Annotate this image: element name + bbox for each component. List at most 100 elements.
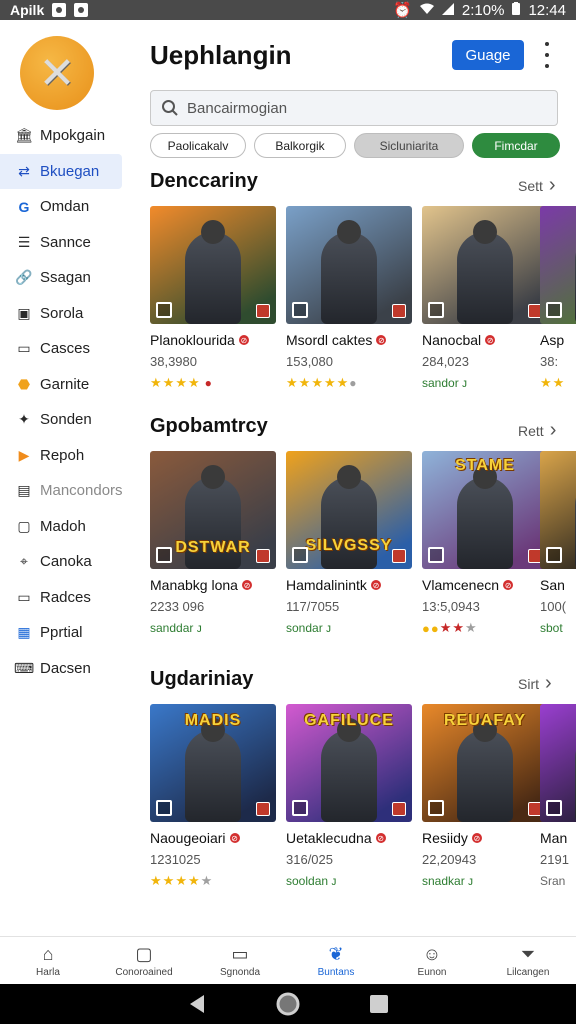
game-art-image[interactable]: SILVGSSY [286, 451, 412, 569]
game-card[interactable]: DSTWAR Manabkg lona ⊘ 2233 096 sanddar ᴊ [150, 451, 276, 636]
sidebar-item-sannce[interactable]: ☰ Sannce [0, 225, 128, 261]
game-card[interactable]: San 100(sbot [540, 451, 576, 636]
game-art-image[interactable] [540, 704, 576, 822]
more-options-icon[interactable] [542, 42, 552, 68]
battery-text: 2:10% [461, 1, 505, 19]
sidebar-item-dacsen[interactable]: ⌨ Dacsen [0, 651, 128, 687]
game-art-image[interactable]: DSTWAR [150, 451, 276, 569]
card-title: Vlamcenecn ⊘ [422, 577, 548, 593]
rating-badge-icon [256, 304, 270, 318]
wolf-icon: ✦ [18, 411, 30, 428]
star-icon: ★ [439, 620, 452, 635]
home-circle-icon[interactable] [276, 992, 300, 1016]
game-art-image[interactable] [422, 206, 548, 324]
card-title-text: San [540, 577, 565, 593]
badge-icon [428, 302, 444, 318]
game-art-image[interactable]: GAFILUCE [286, 704, 412, 822]
back-icon[interactable] [188, 994, 206, 1014]
game-card[interactable]: Msordl caktes ⊘ 153,080 ★ ★ ★ ★ ★ ● [286, 206, 412, 391]
nav-item-lilcangen[interactable]: ⏷ Lilcangen [480, 937, 576, 984]
character-head [201, 465, 225, 489]
game-card[interactable]: Asp 38: ★ ★ [540, 206, 576, 391]
filter-chip[interactable]: Sicluniarita [354, 133, 464, 158]
sidebar-item-mpokgain[interactable]: 🏛 Mpokgain [0, 118, 128, 154]
game-card[interactable]: Nanocbal ⊘ 284,023 sandor ᴊ [422, 206, 548, 391]
system-nav-bar [0, 984, 576, 1024]
keyboard-icon: ⌨ [13, 659, 35, 676]
card-row: MADIS Naougeoiari ⊘ 1231025 ★ ★ ★ ★ ★ GAFILUCE Uet… [150, 704, 576, 914]
game-card[interactable]: SILVGSSY Hamdalinintk ⊘ 117/7055 sondar ᴊ [286, 451, 412, 636]
star-icon: ★ [298, 375, 311, 390]
sidebar-item-omdan[interactable]: G Omdan [0, 189, 128, 225]
card-footer: ● ● ★ ★ ★ [422, 620, 548, 636]
sidebar-item-canoka[interactable]: ⌖ Canoka [0, 544, 128, 580]
verified-icon: ⊘ [229, 833, 240, 843]
section-title: Gpobamtrcy [150, 415, 268, 437]
filter-chip[interactable]: Paolicakalv [150, 133, 246, 158]
card-title: Nanocbal ⊘ [422, 332, 548, 348]
sidebar-item-garnite[interactable]: ⬣ Garnite [0, 367, 128, 403]
x-logo-icon: ✕ [38, 48, 76, 98]
pin-icon: ⌖ [20, 553, 28, 570]
card-title-text: Vlamcenecn [422, 577, 500, 593]
sidebar-item-casces[interactable]: ▭ Casces [0, 331, 128, 367]
game-art-image[interactable]: MADIS [150, 704, 276, 822]
game-art-image[interactable] [540, 451, 576, 569]
recents-icon[interactable] [370, 995, 388, 1013]
filter-chip[interactable]: Balkorgik [254, 133, 346, 158]
bird-icon: ❦ [328, 943, 344, 964]
nav-item-buntans[interactable]: ❦ Buntans [288, 937, 384, 984]
game-art-image[interactable]: REUAFAY [422, 704, 548, 822]
see-all-link[interactable]: Rett › [518, 419, 556, 442]
card-title-text: Man [540, 830, 568, 846]
sidebar-item-sorola[interactable]: ▣ Sorola [0, 296, 128, 332]
sidebar-list: 🏛 Mpokgain ⇄ Bkuegan G Omdan ☰ Sannce 🔗 Ssagan ▣ So… [0, 118, 128, 686]
sidebar-item-radces[interactable]: ▭ Radces [0, 580, 128, 616]
search-bar[interactable]: Bancairmogian [150, 90, 558, 126]
verified-icon: ⊘ [485, 335, 496, 345]
sidebar-item-mancondors[interactable]: ▤ Mancondors [0, 473, 128, 509]
sidebar-item-madoh[interactable]: ▢ Madoh [0, 509, 128, 545]
game-card[interactable]: MADIS Naougeoiari ⊘ 1231025 ★ ★ ★ ★ ★ [150, 704, 276, 889]
nav-item-sgnonda[interactable]: ▭ Sgnonda [192, 937, 288, 984]
game-card[interactable]: REUAFAY Resiidy ⊘ 22,20943 snadkar ᴊ [422, 704, 548, 889]
card-downloads: 38: [540, 354, 559, 369]
sidebar-item-pprtial[interactable]: ▦ Pprtial [0, 615, 128, 651]
see-all-link[interactable]: Sirt › [518, 672, 552, 695]
window-icon: ▣ [17, 304, 31, 321]
camera-icon [52, 3, 67, 17]
game-card[interactable]: STAME Vlamcenecn ⊘ 13:5,0943 ● ● ★ ★ ★ [422, 451, 548, 636]
chevron-right-icon: › [549, 419, 557, 441]
filter-icon: ⏷ [520, 943, 536, 964]
alarm-icon: ⏰ [393, 2, 412, 19]
nav-item-eunon[interactable]: ☺ Eunon [384, 937, 480, 984]
game-art-image[interactable]: STAME [422, 451, 548, 569]
card-downloads: 13:5,0943 [422, 599, 480, 614]
sidebar-item-ssagan[interactable]: 🔗 Ssagan [0, 260, 128, 296]
star-icon: ★ [187, 873, 200, 888]
game-card[interactable]: Planoklourida ⊘ 38,3980 ★ ★ ★ ★ ● [150, 206, 276, 391]
star-icon: ★ [162, 375, 175, 390]
primary-button[interactable]: Guage [452, 40, 524, 70]
sidebar-item-sonden[interactable]: ✦ Sonden [0, 402, 128, 438]
filter-chip[interactable]: Fimcdar [472, 133, 560, 158]
badge-icon [156, 302, 172, 318]
search-input[interactable]: Bancairmogian [187, 100, 287, 117]
sidebar-item-label: Radces [40, 588, 91, 606]
game-card[interactable]: GAFILUCE Uetaklecudna ⊘ 316/025 sooldan ᴊ [286, 704, 412, 889]
see-all-link[interactable]: Sett › [518, 174, 556, 197]
nav-item-conoroained[interactable]: ▢ Conoroained [96, 937, 192, 984]
sidebar-item-label: Garnite [40, 375, 90, 393]
character-figure [321, 730, 377, 822]
status-bar: Apilk ⏰ 2:10% 12:44 [0, 0, 576, 20]
game-art-image[interactable] [150, 206, 276, 324]
app-logo[interactable]: ✕ [20, 36, 94, 110]
game-art-image[interactable] [540, 206, 576, 324]
game-art-image[interactable] [286, 206, 412, 324]
sidebar-item-bkuegan[interactable]: ⇄ Bkuegan [0, 153, 122, 189]
nav-item-harla[interactable]: ⌂ Harla [0, 937, 96, 984]
person-icon: ☺ [422, 943, 442, 964]
sidebar-item-repoh[interactable]: ▶ Repoh [0, 438, 128, 474]
game-card[interactable]: Man 2191 Sran [540, 704, 576, 889]
window-icon: ▭ [231, 943, 249, 964]
